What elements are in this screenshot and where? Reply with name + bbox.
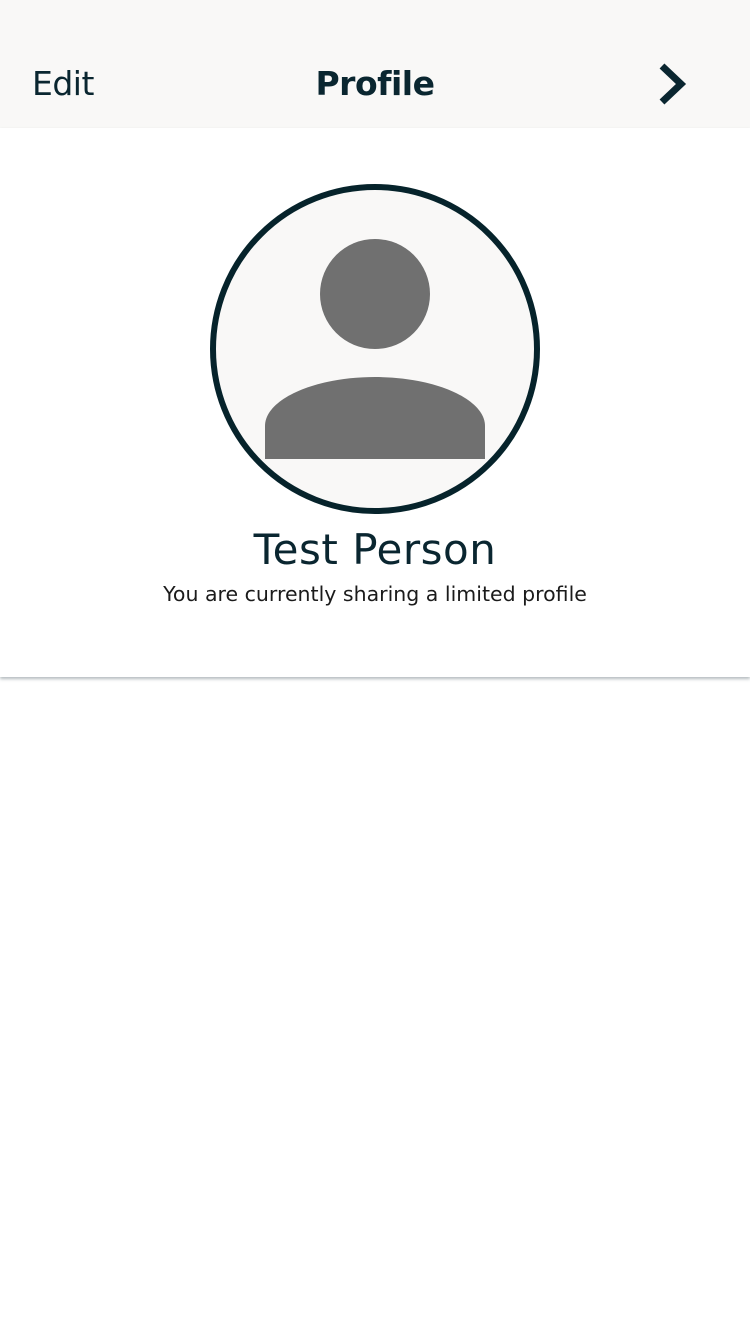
page-title: Profile <box>315 64 436 103</box>
edit-button[interactable]: Edit <box>32 62 94 106</box>
navigation-bar: Edit Profile <box>0 0 750 128</box>
avatar[interactable] <box>210 184 540 514</box>
chevron-right-icon <box>659 63 687 105</box>
user-placeholder-icon <box>210 184 540 514</box>
profile-name: Test Person <box>253 525 497 574</box>
profile-card: Test Person You are currently sharing a … <box>0 128 750 677</box>
next-button[interactable] <box>648 58 696 110</box>
profile-sharing-status: You are currently sharing a limited prof… <box>163 582 587 606</box>
